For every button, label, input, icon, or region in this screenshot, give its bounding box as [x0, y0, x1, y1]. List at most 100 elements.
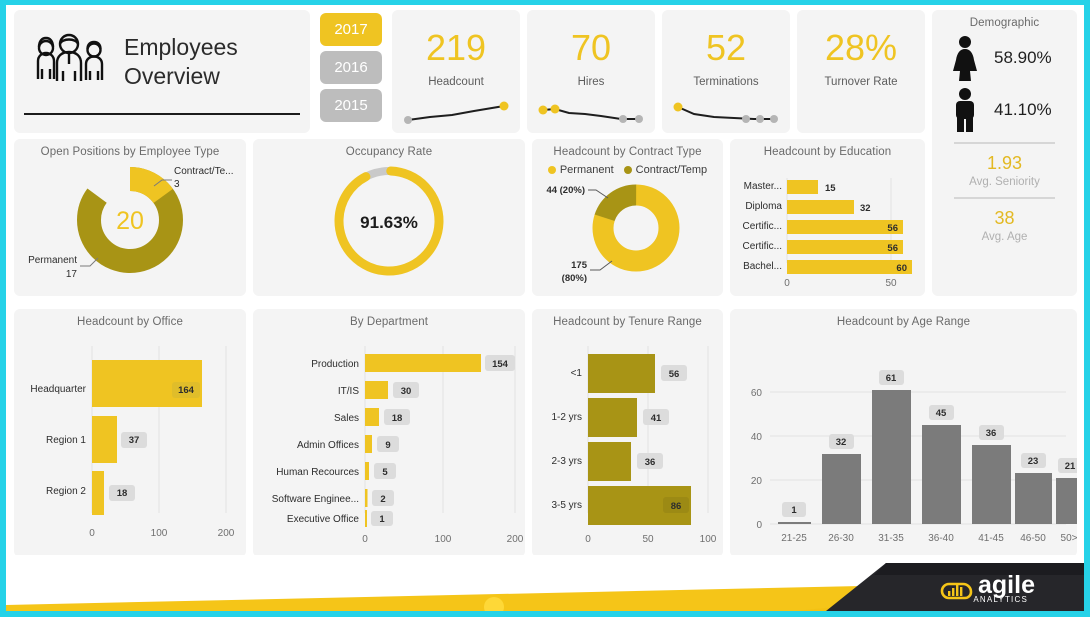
office-bar-chart: Headquarter 164 Region 1 37 Region 2 18 … — [30, 346, 235, 539]
department-title: By Department — [350, 316, 428, 328]
avg-seniority-value: 1.93 — [986, 153, 1023, 173]
demographic-male-pct: 41.10% — [994, 100, 1052, 119]
department-cat-0: Production — [311, 359, 359, 370]
department-value-2: 18 — [392, 413, 403, 424]
age-range-bar-0 — [778, 522, 811, 524]
department-cat-1: IT/IS — [338, 386, 359, 397]
department-cat-3: Admin Offices — [297, 440, 359, 451]
title-underline — [24, 113, 300, 115]
department-bar-6 — [365, 510, 367, 527]
department-value-5: 2 — [380, 494, 385, 505]
year-button-2017[interactable]: 2017 — [320, 13, 382, 46]
contract-type-label-permanent: 175 — [571, 260, 588, 271]
chart-headcount-by-tenure-range[interactable]: Headcount by Tenure Range <1 56 1-2 yrs … — [532, 309, 723, 557]
chart-headcount-by-age-range[interactable]: Headcount by Age Range 0 20 40 60 1 32 6… — [730, 309, 1077, 557]
year-button-2016[interactable]: 2016 — [320, 51, 382, 84]
chart-headcount-by-office[interactable]: Headcount by Office Headquarter 164 Regi… — [14, 309, 246, 557]
education-value-0: 15 — [825, 183, 836, 194]
sparkline-headcount — [404, 101, 509, 124]
department-xtick-2: 200 — [507, 534, 524, 545]
education-cat-3: Certific... — [743, 241, 782, 252]
chart-headcount-by-education[interactable]: Headcount by Education Master... 15 Dipl… — [730, 139, 925, 296]
office-value-1: 37 — [129, 435, 140, 446]
age-range-bar-2 — [872, 390, 911, 524]
age-range-xtick-2: 31-35 — [878, 533, 904, 544]
avg-age-label: Avg. Age — [981, 231, 1028, 243]
age-range-bar-6 — [1056, 478, 1077, 524]
age-range-xtick-0: 21-25 — [781, 533, 807, 544]
department-bar-0 — [365, 354, 481, 372]
kpi-value-turnover-rate: 28% — [824, 27, 898, 68]
education-bar-2 — [787, 220, 903, 234]
department-cat-6: Executive Office — [287, 514, 360, 525]
footer-brand-sub: ANALYTICS — [973, 595, 1028, 604]
legend-dot-contract-temp — [623, 166, 632, 174]
department-bar-3 — [365, 435, 372, 453]
education-cat-1: Diploma — [745, 201, 782, 212]
demographic-male-row: 41.10% — [932, 87, 1077, 133]
open-positions-center-value: 20 — [116, 207, 144, 235]
tenure-bar-1 — [588, 398, 637, 437]
age-range-bar-3 — [922, 425, 961, 524]
legend-item-permanent[interactable]: Permanent — [547, 164, 614, 176]
tenure-cat-0: <1 — [571, 368, 583, 379]
contract-type-label-contract: 44 (20%) — [546, 185, 585, 196]
office-xtick-1: 100 — [151, 528, 168, 539]
chart-open-positions-by-employee-type[interactable]: Open Positions by Employee Type 20 Contr… — [14, 139, 246, 296]
year-slicer[interactable]: 2017 2016 2015 — [320, 13, 382, 131]
age-range-ytick-3: 60 — [751, 388, 763, 399]
open-positions-value-contract: 3 — [174, 179, 180, 190]
demographic-card: Demographic 58.90% 41.10% 1.93 Avg. Seni… — [932, 10, 1077, 296]
education-cat-4: Bachel... — [743, 261, 782, 272]
kpi-label-hires: Hires — [577, 76, 605, 88]
education-bar-4 — [787, 260, 912, 274]
tenure-bar-2 — [588, 442, 631, 481]
age-range-bar-chart: 0 20 40 60 1 32 61 45 36 23 21 21-25 26-… — [751, 370, 1077, 544]
education-title: Headcount by Education — [763, 146, 892, 158]
department-bar-chart: Production 154 IT/IS 30 Sales 18 Admin O… — [272, 346, 524, 545]
legend-item-contract-temp[interactable]: Contract/Temp — [623, 164, 707, 176]
people-group-icon — [36, 33, 104, 81]
tenure-value-0: 56 — [669, 369, 680, 380]
year-button-2015[interactable]: 2015 — [320, 89, 382, 122]
education-bar-0 — [787, 180, 818, 194]
tenure-value-2: 36 — [645, 457, 656, 468]
office-xtick-0: 0 — [89, 528, 95, 539]
kpi-card-headcount[interactable]: 219 Headcount — [392, 10, 520, 133]
age-range-xtick-4: 41-45 — [978, 533, 1004, 544]
education-bar-3 — [787, 240, 903, 254]
legend-dot-permanent — [547, 166, 556, 174]
education-bar-1 — [787, 200, 854, 214]
department-value-4: 5 — [382, 467, 388, 478]
open-positions-donut: 20 Contract/Te... 3 Permanent 17 — [28, 166, 233, 280]
chart-headcount-by-contract-type[interactable]: Headcount by Contract Type Permanent Con… — [532, 139, 723, 296]
age-range-value-0: 1 — [791, 505, 797, 516]
tenure-xtick-2: 100 — [700, 534, 717, 545]
education-bar-chart: Master... 15 Diploma 32 Certific... 56 C… — [743, 178, 912, 288]
chart-by-department[interactable]: By Department Production 154 IT/IS 30 Sa… — [253, 309, 525, 557]
female-figure-icon — [953, 36, 977, 81]
occupancy-center-value: 91.63% — [360, 213, 418, 232]
kpi-card-terminations[interactable]: 52 Terminations — [662, 10, 790, 133]
age-range-value-4: 36 — [986, 428, 997, 439]
tenure-xtick-0: 0 — [585, 534, 591, 545]
kpi-card-turnover-rate[interactable]: 28% Turnover Rate — [797, 10, 925, 133]
age-range-bar-5 — [1015, 473, 1052, 524]
kpi-card-hires[interactable]: 70 Hires — [527, 10, 655, 133]
contract-type-label-permanent-pct: (80%) — [562, 273, 587, 284]
office-value-0: 164 — [178, 385, 195, 396]
tenure-bar-chart: <1 56 1-2 yrs 41 2-3 yrs 36 3-5 yrs 86 0… — [551, 346, 717, 545]
education-value-3: 56 — [887, 243, 898, 254]
contract-type-title: Headcount by Contract Type — [553, 146, 702, 158]
dashboard-canvas: Employees Overview 2017 2016 2015 219 He… — [6, 5, 1084, 611]
kpi-label-turnover-rate: Turnover Rate — [824, 76, 898, 88]
department-value-0: 154 — [492, 359, 509, 370]
age-range-value-2: 61 — [886, 373, 897, 384]
avg-seniority-label: Avg. Seniority — [969, 176, 1040, 188]
age-range-value-5: 23 — [1028, 456, 1039, 467]
age-range-bar-4 — [972, 445, 1011, 524]
chart-occupancy-rate[interactable]: Occupancy Rate 91.63% — [253, 139, 525, 296]
office-bar-2 — [92, 471, 104, 515]
tenure-title: Headcount by Tenure Range — [553, 316, 702, 328]
tenure-value-3: 86 — [671, 501, 682, 512]
